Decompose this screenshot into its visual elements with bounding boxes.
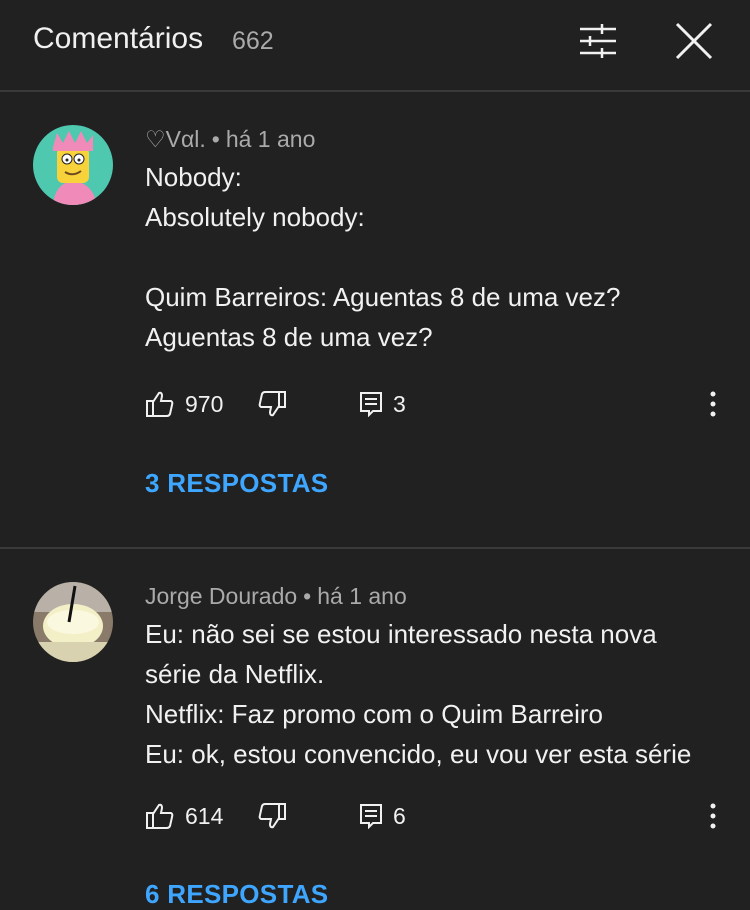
author-name[interactable]: Jorge Dourado [145,583,297,609]
more-options-icon[interactable] [705,384,721,424]
view-replies-link[interactable]: 3 RESPOSTAS [145,468,328,499]
separator-dot: • [211,126,220,152]
like-button[interactable]: 614 [145,796,223,836]
comment-bubble-icon [359,391,383,417]
author-name[interactable]: ♡Vαl. [145,126,206,152]
comment-text: Eu: não sei se estou interessado nesta n… [145,619,692,769]
more-options-icon[interactable] [705,796,721,836]
thumbs-up-icon [145,390,175,418]
close-icon[interactable] [673,20,715,62]
reply-count: 3 [393,390,406,417]
header-title: Comentários [33,22,204,55]
like-button[interactable]: 970 [145,384,223,424]
comment-text: Nobody: Absolutely nobody: Quim Barreiro… [145,162,621,352]
dislike-button[interactable] [257,384,287,424]
comment-time: há 1 ano [317,583,407,609]
reply-button[interactable]: 6 [359,796,406,836]
comment-meta: ♡Vαl. • há 1 ano [145,126,315,153]
comment-actions: 970 3 [145,384,735,424]
avatar[interactable] [33,582,113,662]
reply-button[interactable]: 3 [359,384,406,424]
comment-actions: 614 6 [145,796,735,836]
like-count: 614 [185,802,224,829]
comment-time: há 1 ano [225,126,316,152]
thumbs-down-icon [257,390,287,418]
thumbs-up-icon [145,802,175,830]
comments-header: Comentários 662 [0,0,750,92]
thumbs-down-icon [257,802,287,830]
comment-meta: Jorge Dourado • há 1 ano [145,583,407,610]
dislike-button[interactable] [257,796,287,836]
comment-item: Jorge Dourado • há 1 ano Eu: não sei se es… [0,549,750,909]
avatar[interactable] [33,125,113,205]
comment-item: ♡Vαl. • há 1 ano Nobody: Absolutely nobody… [0,92,750,549]
separator-dot: • [303,583,312,609]
filter-sliders-icon[interactable] [578,22,618,60]
view-replies-link[interactable]: 6 RESPOSTAS [145,879,328,910]
like-count: 970 [185,390,224,417]
comment-bubble-icon [359,803,383,829]
reply-count: 6 [393,802,406,829]
comment-count: 662 [232,27,274,55]
